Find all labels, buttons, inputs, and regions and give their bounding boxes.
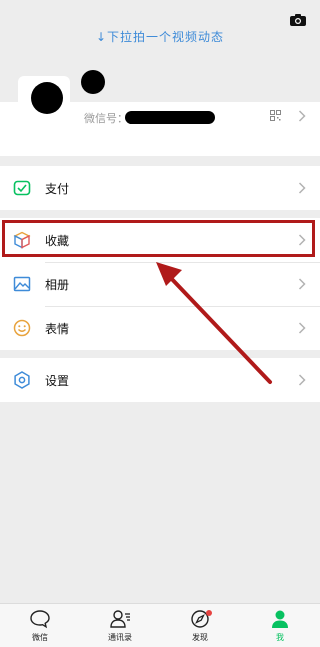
tab-discover[interactable]: 发现 xyxy=(160,604,240,647)
bottom-tab-bar: 微信 通讯录 发现 我 xyxy=(0,603,320,647)
tab-label: 我 xyxy=(276,633,284,642)
person-icon xyxy=(272,610,288,628)
tab-me[interactable]: 我 xyxy=(240,604,320,647)
tab-label: 通讯录 xyxy=(108,633,132,642)
contacts-icon xyxy=(110,610,130,628)
tab-chats[interactable]: 微信 xyxy=(0,604,80,647)
chat-bubble-icon xyxy=(30,610,50,629)
tab-label: 发现 xyxy=(192,633,208,642)
tab-label: 微信 xyxy=(32,633,48,642)
notification-dot xyxy=(206,610,212,616)
annotation-arrow-icon xyxy=(156,262,272,384)
tab-contacts[interactable]: 通讯录 xyxy=(80,604,160,647)
